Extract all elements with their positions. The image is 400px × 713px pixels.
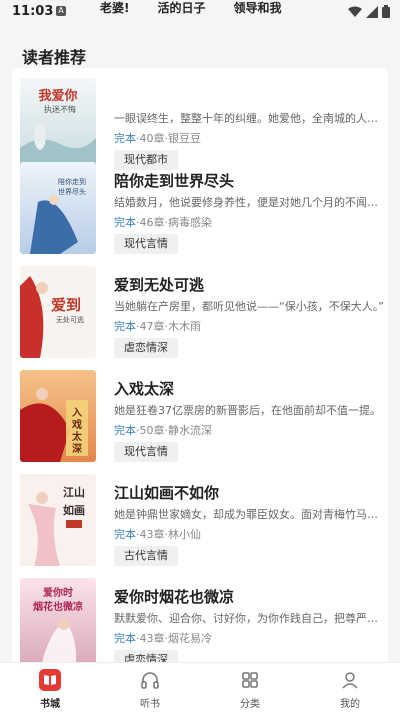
book-cover: 爱到 无处可逃 <box>20 266 96 358</box>
book-meta: 完本·40章·银豆豆 <box>114 130 201 146</box>
bottom-tab-bar: 书城 听书 分类 我的 <box>0 662 400 713</box>
book-description: 她是钟鼎世家嫡女，却成为罪臣奴女。面对青梅竹马的少年 <box>114 508 386 521</box>
book-chapters-author: ·43章·烟花易冷 <box>136 632 212 645</box>
status-notification-titles: 老婆! 活的日子 领导和我 <box>100 0 310 22</box>
svg-text:我爱你: 我爱你 <box>38 88 77 104</box>
book-tag[interactable]: 现代言情 <box>114 234 178 254</box>
book-meta: 完本·43章·林小仙 <box>114 526 201 542</box>
book-chapters-author: ·47章·木木雨 <box>136 320 201 333</box>
book-chapters-author: ·50章·静水流深 <box>136 424 212 437</box>
book-chapters-author: ·43章·林小仙 <box>136 528 201 541</box>
status-icons <box>348 5 390 18</box>
tab-label: 书城 <box>40 699 60 710</box>
book-item[interactable]: 江山 如画 江山如画不如你 她是钟鼎世家嫡女，却成为罪臣奴女。面对青梅竹马的少年… <box>20 474 386 570</box>
status-title-3: 领导和我 <box>233 1 282 15</box>
book-chapters-author: ·40章·银豆豆 <box>136 132 201 145</box>
book-meta: 完本·46章·病毒感染 <box>114 214 212 230</box>
book-cover: 入 戏 太 深 <box>20 370 96 462</box>
svg-text:深: 深 <box>72 442 82 455</box>
book-status: 完本 <box>114 632 136 645</box>
book-tag[interactable]: 现代言情 <box>114 442 178 462</box>
status-time: 11:03 <box>12 4 54 19</box>
book-description: 默默爱你、迎合你、讨好你，为你作践自己，把尊严踩进泥里 <box>114 612 386 625</box>
book-item[interactable]: 入 戏 太 深 入戏太深 她是狂卷37亿票房的新晋影后，在他面前却不值一提。 完… <box>20 370 381 466</box>
svg-text:陪你走到: 陪你走到 <box>58 177 86 186</box>
book-meta: 完本·50章·静水流深 <box>114 422 212 438</box>
tab-label: 听书 <box>140 699 160 710</box>
book-status: 完本 <box>114 132 136 145</box>
tab-bookstore[interactable]: 书城 <box>0 663 100 713</box>
svg-text:如画: 如画 <box>63 503 85 517</box>
book-description: 一眼误终生，整整十年的纠缠。她爱他，全南城的人都知道 <box>114 112 386 125</box>
book-icon <box>39 669 61 691</box>
book-status: 完本 <box>114 528 136 541</box>
book-cover: 陪你走到 世界尽头 <box>20 162 96 254</box>
book-title: 江山如画不如你 <box>114 484 220 502</box>
svg-text:戏: 戏 <box>71 418 82 431</box>
book-title: 入戏太深 <box>114 380 175 398</box>
notification-icon: A <box>56 6 66 16</box>
svg-text:江山: 江山 <box>63 485 85 499</box>
user-icon <box>342 672 358 689</box>
book-title: 爱到无处可逃 <box>114 276 205 294</box>
tab-audiobook[interactable]: 听书 <box>100 663 200 713</box>
section-title: 读者推荐 <box>22 48 87 67</box>
book-tag[interactable]: 虐恋情深 <box>114 338 178 358</box>
book-cover: 爱你时 烟花也微凉 <box>20 578 96 668</box>
status-title-2: 活的日子 <box>157 1 206 15</box>
grid-icon <box>242 672 258 688</box>
book-item[interactable]: 爱你时 烟花也微凉 爱你时烟花也微凉 默默爱你、迎合你、讨好你，为你作践自己，把… <box>20 578 386 668</box>
tab-label: 我的 <box>340 699 360 710</box>
svg-text:爱你时: 爱你时 <box>43 586 73 599</box>
tab-label: 分类 <box>240 699 260 710</box>
book-cover: 我爱你 执迷不悔 <box>20 78 96 170</box>
battery-icon <box>382 5 390 18</box>
book-status: 完本 <box>114 424 136 437</box>
svg-text:世界尽头: 世界尽头 <box>58 187 86 196</box>
svg-text:爱到: 爱到 <box>51 296 81 314</box>
book-status: 完本 <box>114 216 136 229</box>
svg-text:太: 太 <box>71 430 83 443</box>
status-bar: 11:03 A 老婆! 活的日子 领导和我 <box>0 0 400 22</box>
book-meta: 完本·43章·烟花易冷 <box>114 630 212 646</box>
recommend-list: 我爱你 执迷不悔 一眼误终生，整整十年的纠缠。她爱他，全南城的人都知道 完本·4… <box>12 68 388 668</box>
book-title: 陪你走到世界尽头 <box>114 172 235 190</box>
tab-category[interactable]: 分类 <box>200 663 300 713</box>
book-item[interactable]: 陪你走到 世界尽头 陪你走到世界尽头 结婚数月，他说要修身养性，便是对她几个月的… <box>20 162 386 258</box>
book-chapters-author: ·46章·病毒感染 <box>136 216 212 229</box>
book-item[interactable]: 爱到 无处可逃 爱到无处可逃 当她躺在产房里，都听见他说——“保小孩，不保大人。… <box>20 266 384 362</box>
book-description: 结婚数月，他说要修身养性，便是对她几个月的不闻不问 <box>114 196 386 209</box>
wifi-icon <box>348 6 362 17</box>
book-title: 爱你时烟花也微凉 <box>114 588 235 606</box>
status-title-1: 老婆! <box>100 1 130 15</box>
book-item[interactable]: 我爱你 执迷不悔 一眼误终生，整整十年的纠缠。她爱他，全南城的人都知道 完本·4… <box>20 78 386 174</box>
book-tag[interactable]: 古代言情 <box>114 546 178 566</box>
book-cover: 江山 如画 <box>20 474 96 566</box>
headphones-icon <box>141 672 159 689</box>
svg-text:无处可逃: 无处可逃 <box>56 315 84 324</box>
svg-text:入: 入 <box>72 407 82 419</box>
book-description: 她是狂卷37亿票房的新晋影后，在他面前却不值一提。 <box>114 404 381 417</box>
book-description: 当她躺在产房里，都听见他说——“保小孩，不保大人。” <box>114 300 384 313</box>
svg-text:烟花也微凉: 烟花也微凉 <box>33 600 83 613</box>
book-status: 完本 <box>114 320 136 333</box>
svg-text:执迷不悔: 执迷不悔 <box>44 104 76 114</box>
signal-icon <box>366 5 378 18</box>
book-meta: 完本·47章·木木雨 <box>114 318 201 334</box>
tab-profile[interactable]: 我的 <box>300 663 400 713</box>
